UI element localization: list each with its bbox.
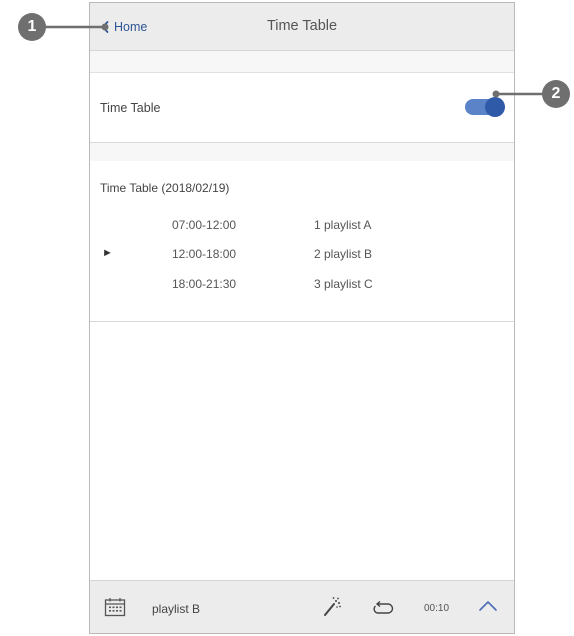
schedule-heading: Time Table (2018/02/19) [100, 181, 230, 195]
entry-playlist: 2 playlist B [314, 247, 373, 261]
repeat-icon[interactable] [372, 600, 394, 616]
schedule-entry: 18:00-21:30 3 playlist C [90, 275, 514, 295]
page-title: Time Table [266, 18, 338, 34]
expand-up-icon[interactable] [478, 599, 498, 613]
effects-wand-icon[interactable] [322, 596, 342, 618]
app-screen: Home Time Table Time Table Time Table (2… [89, 2, 515, 634]
elapsed-time: 00:10 [424, 603, 450, 614]
callout-number: 1 [18, 13, 46, 41]
callout-leader-line [492, 90, 546, 98]
schedule-section: Time Table (2018/02/19) 07:00-12:00 1 pl… [90, 161, 514, 322]
section-spacer [90, 143, 514, 161]
player-bar: playlist B 00:10 [90, 580, 514, 633]
entry-time: 12:00-18:00 [172, 247, 237, 261]
section-spacer [90, 51, 514, 73]
entry-playlist: 3 playlist C [314, 277, 373, 291]
schedule-entry: ► 12:00-18:00 2 playlist B [90, 245, 514, 265]
entry-time: 07:00-12:00 [172, 218, 237, 232]
now-playing-playlist: playlist B [152, 602, 201, 616]
entry-playlist: 1 playlist A [314, 218, 372, 232]
navigation-bar: Home Time Table [90, 3, 514, 51]
callout-number: 2 [542, 80, 570, 108]
schedule-entry: 07:00-12:00 1 playlist A [90, 216, 514, 236]
time-table-setting-row: Time Table [90, 73, 514, 143]
current-entry-marker: ► [102, 247, 113, 259]
callout-leader-line [44, 23, 109, 31]
entry-time: 18:00-21:30 [172, 277, 237, 291]
time-table-setting-label: Time Table [100, 101, 161, 115]
calendar-icon[interactable] [104, 597, 126, 617]
